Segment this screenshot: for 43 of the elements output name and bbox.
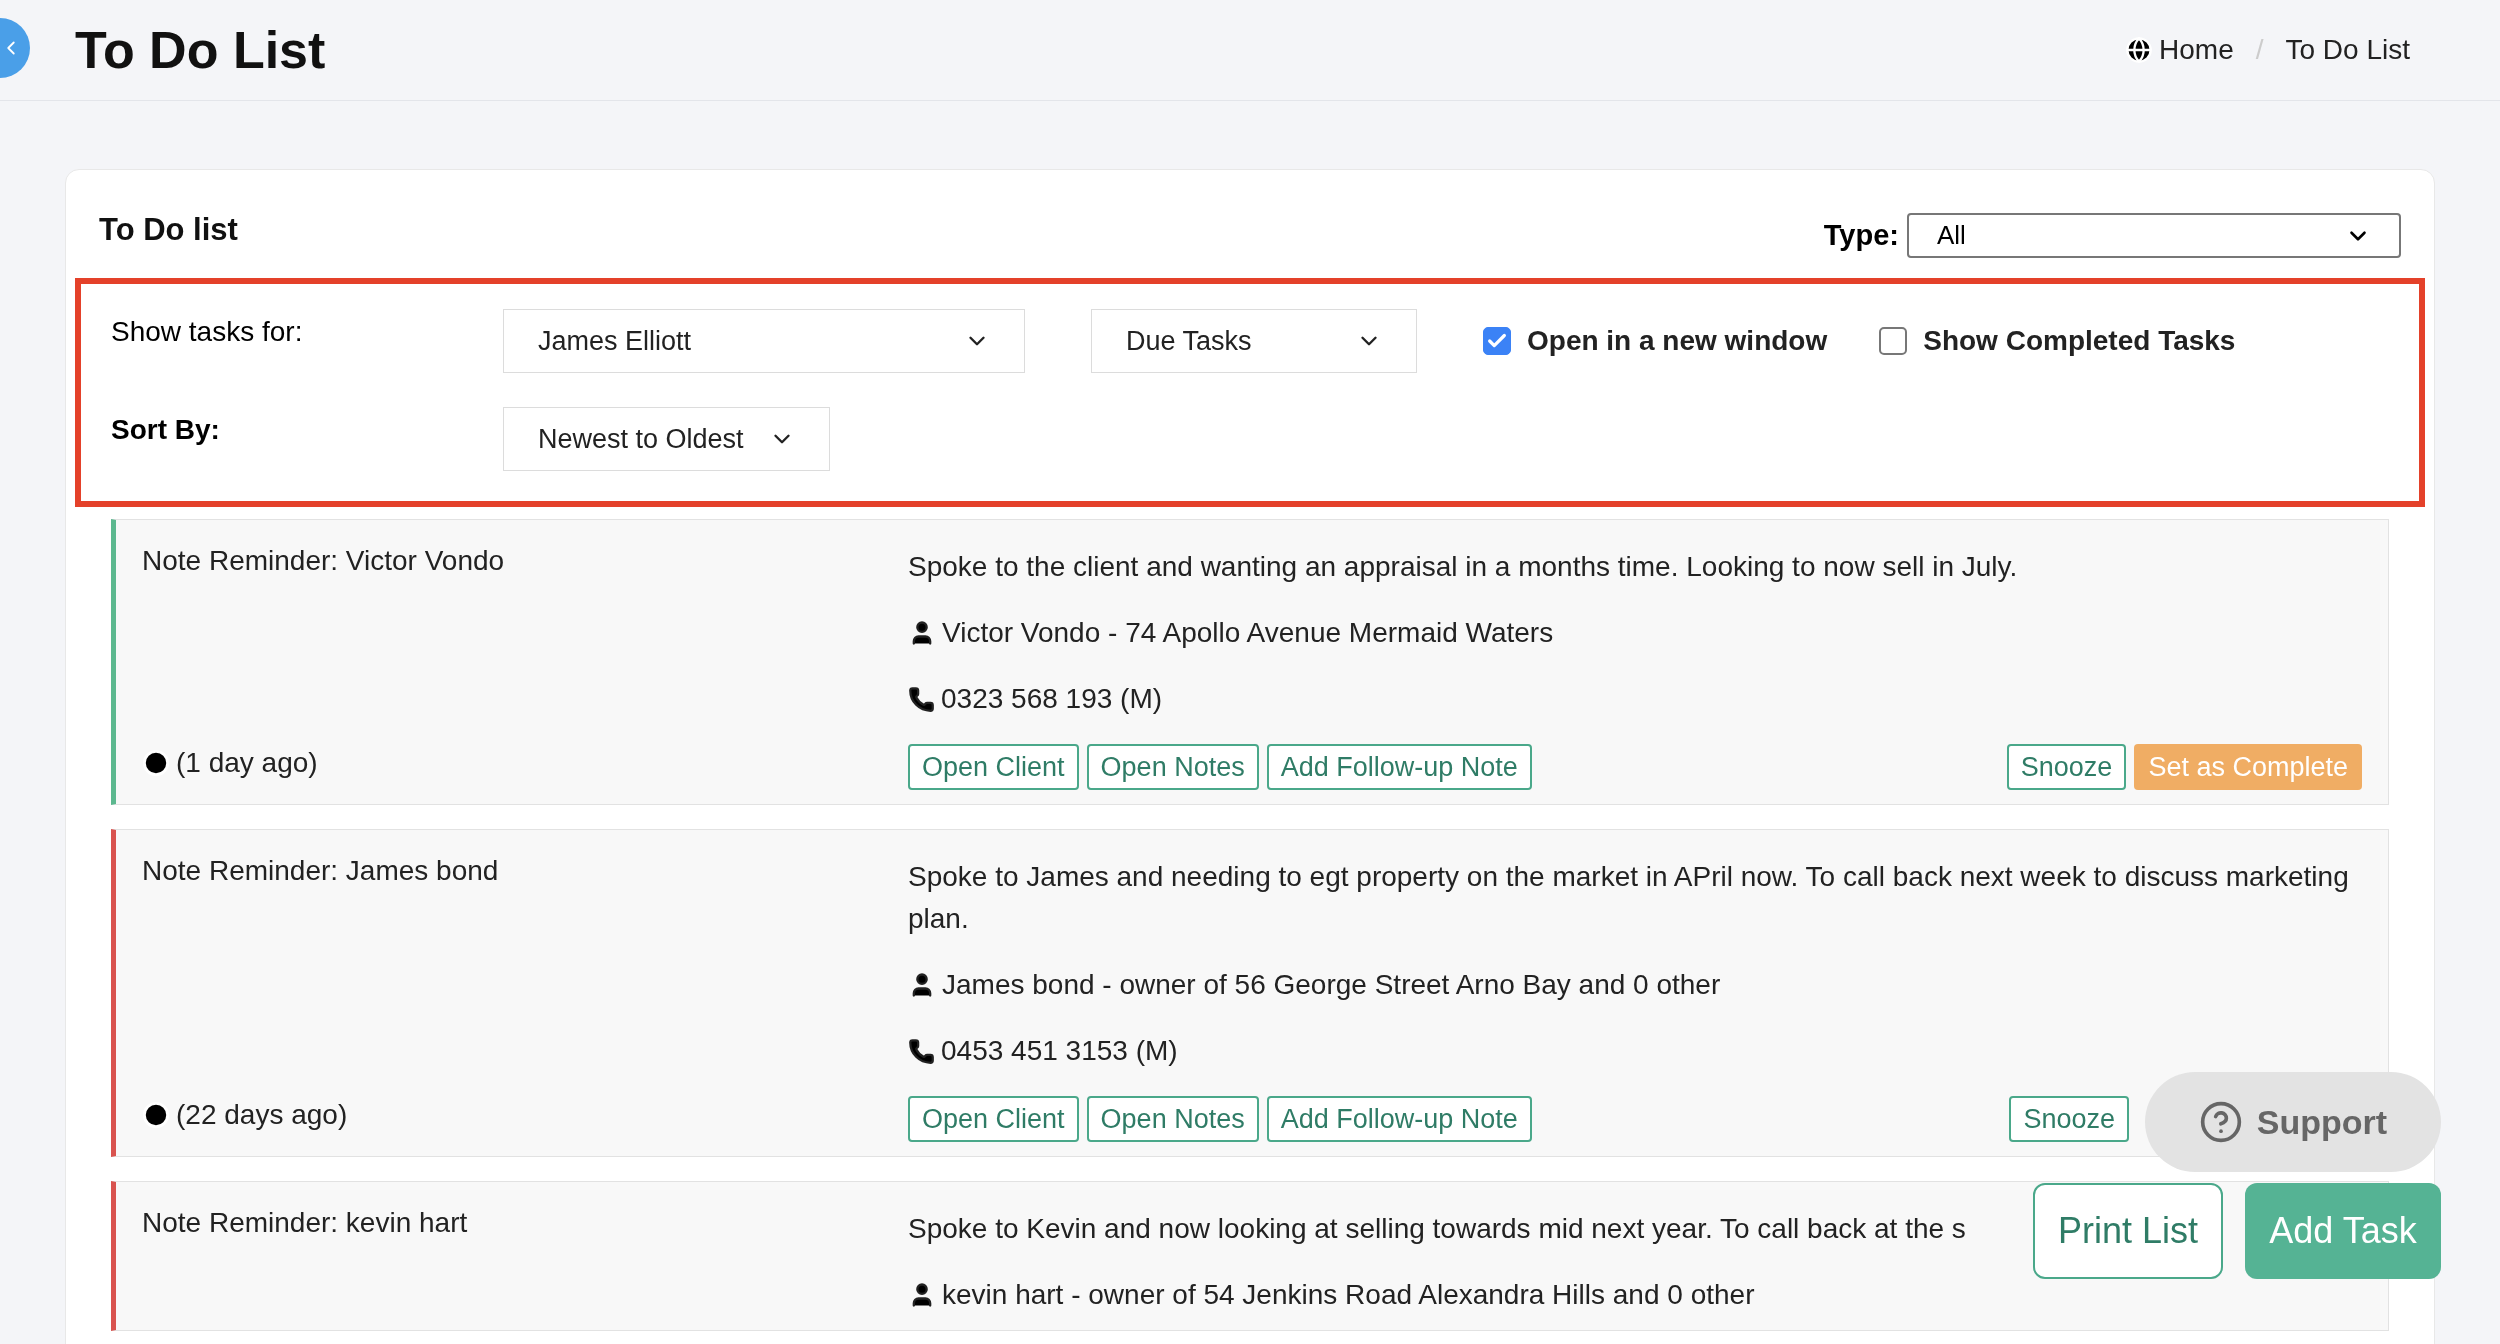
task-description: Spoke to James and needing to egt property on the market in APril now. To call back next week to discuss marketing plan. xyxy=(908,861,2349,934)
contact-text: James bond - owner of 56 George Street Arno Bay and 0 other xyxy=(942,968,1721,1002)
type-label: Type: xyxy=(1823,217,1899,253)
contact-text: Victor Vondo - 74 Apollo Avenue Mermaid Waters xyxy=(942,616,1554,650)
snooze-button[interactable]: Snooze xyxy=(2009,1096,2129,1142)
action-button[interactable]: Open Client xyxy=(908,1096,1079,1142)
task-description: Spoke to the client and wanting an appraisal in a months time. Looking to now sell in July. xyxy=(908,551,2018,582)
support-button[interactable]: Support xyxy=(2145,1072,2441,1172)
breadcrumb-separator: / xyxy=(2255,33,2264,67)
person-select[interactable]: James Elliott xyxy=(503,309,1025,373)
task-title: Note Reminder: Victor Vondo xyxy=(142,544,506,578)
task-title: Note Reminder: James bond xyxy=(142,854,500,888)
contact-text: kevin hart - owner of 54 Jenkins Road Alexandra Hills and 0 other xyxy=(942,1278,1755,1312)
phone-number: 0323 568 193 (M) xyxy=(941,682,1163,716)
action-button[interactable]: Open Notes xyxy=(1086,1096,1259,1142)
task-age: (22 days ago) xyxy=(176,1098,348,1132)
page-title: To Do List xyxy=(75,20,326,81)
panel-title: To Do list xyxy=(99,211,238,250)
checkbox[interactable] xyxy=(1483,327,1511,355)
action-button[interactable]: Open Notes xyxy=(1086,744,1259,790)
breadcrumb-link[interactable]: To Do List xyxy=(2285,29,2410,71)
action-button[interactable]: Add Follow-up Note xyxy=(1266,744,1532,790)
snooze-button[interactable]: Snooze xyxy=(2006,744,2127,790)
task-age: (1 day ago) xyxy=(176,746,318,780)
breadcrumb-link[interactable]: Home xyxy=(2159,29,2234,71)
sort-select[interactable]: Newest to Oldest xyxy=(503,407,830,471)
task-title: Note Reminder: kevin hart xyxy=(142,1206,469,1240)
task-description: Spoke to Kevin and now looking at selling towards mid next year. To call back at the s xyxy=(908,1213,1966,1244)
show-tasks-label: Show tasks for: xyxy=(111,315,304,349)
checkbox-label: Show Completed Tasks xyxy=(1923,324,2236,358)
action-button[interactable]: Add Follow-up Note xyxy=(1266,1096,1532,1142)
checkbox-label: Open in a new window xyxy=(1527,324,1828,358)
phone-number: 0453 451 3153 (M) xyxy=(941,1034,1178,1068)
sort-label: Sort By: xyxy=(111,413,221,447)
add-task-button[interactable]: Add Task xyxy=(2245,1183,2441,1279)
action-button[interactable]: Open Client xyxy=(908,744,1079,790)
due-select[interactable]: Due Tasks xyxy=(1091,309,1417,373)
help-icon xyxy=(2198,1100,2243,1144)
phone-icon xyxy=(908,1037,935,1065)
type-select[interactable]: All xyxy=(1907,213,2401,258)
print-list-button[interactable]: Print List xyxy=(2033,1183,2223,1279)
phone-icon xyxy=(908,685,935,713)
checkbox[interactable] xyxy=(1879,327,1908,355)
